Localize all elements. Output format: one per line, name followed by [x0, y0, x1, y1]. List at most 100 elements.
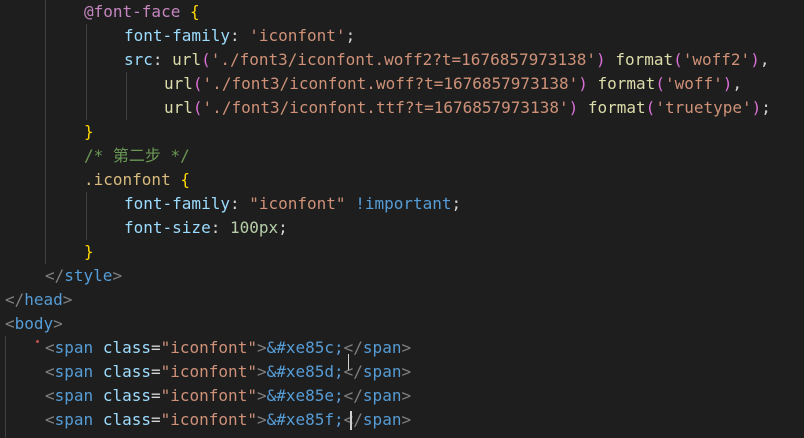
code-token: &#xe85c;	[266, 338, 344, 357]
code-token: </	[343, 410, 363, 429]
code-line[interactable]: }	[84, 240, 94, 264]
code-token: =	[150, 362, 161, 381]
code-line[interactable]: font-family: 'iconfont';	[124, 24, 355, 48]
code-token: span	[54, 386, 94, 405]
code-token: </	[343, 386, 363, 405]
code-token: @font-face	[84, 2, 181, 21]
code-token: =	[150, 410, 161, 429]
code-token: =	[150, 338, 161, 357]
code-token: :	[229, 26, 250, 45]
code-token: ,	[732, 74, 743, 93]
code-token: }	[84, 122, 94, 141]
code-token: url	[164, 74, 193, 93]
code-line[interactable]: url('./font3/iconfont.woff?t=16768579731…	[164, 72, 742, 96]
code-token: font-size	[124, 218, 211, 237]
code-token: "iconfont"	[160, 386, 257, 405]
indent-guide	[86, 24, 87, 120]
code-token: </	[5, 290, 25, 309]
code-token: (	[655, 74, 665, 93]
code-token: >	[401, 338, 412, 357]
code-line[interactable]: <span class="iconfont">&#xe85d;</span>	[45, 360, 411, 384]
code-line[interactable]: <span class="iconfont">&#xe85c;</span>	[45, 336, 411, 360]
code-token: "iconfont"	[160, 362, 257, 381]
code-line[interactable]: url('./font3/iconfont.ttf?t=167685797313…	[164, 96, 771, 120]
code-token: 'woff'	[664, 74, 723, 93]
code-token: <	[45, 338, 55, 357]
code-editor[interactable]: @font-face { font-family: 'iconfont'; sr…	[0, 0, 804, 438]
code-line[interactable]: <span class="iconfont">&#xe85f;</span>	[45, 408, 411, 432]
code-token: class	[102, 362, 151, 381]
code-token: ,	[759, 50, 770, 69]
code-line[interactable]: <body>	[5, 312, 63, 336]
code-line[interactable]: </head>	[5, 288, 72, 312]
code-token: >	[401, 386, 412, 405]
code-token: 'truetype'	[655, 98, 752, 117]
code-token: )	[751, 98, 762, 117]
change-marker-icon	[36, 340, 39, 343]
code-token: >	[53, 314, 63, 333]
code-token: )	[596, 50, 606, 69]
code-token: </	[343, 362, 363, 381]
code-token: =	[150, 386, 161, 405]
code-token: :	[210, 218, 230, 237]
code-token: './font3/iconfont.ttf?t=1676857973138'	[202, 98, 569, 117]
code-line[interactable]: </style>	[45, 264, 122, 288]
code-token: font-family	[124, 26, 230, 45]
code-token: )	[750, 50, 760, 69]
code-line[interactable]: font-size: 100px;	[124, 216, 288, 240]
code-token: </	[45, 266, 65, 285]
code-token: './font3/iconfont.woff2?t=1676857973138'	[210, 50, 597, 69]
code-token: url	[164, 98, 193, 117]
code-line[interactable]: src: url('./font3/iconfont.woff2?t=16768…	[124, 48, 769, 72]
indent-guide	[45, 0, 46, 264]
code-token: src	[124, 50, 153, 69]
code-token: (	[192, 74, 203, 93]
indent-guide	[5, 336, 6, 438]
code-token: <	[45, 386, 55, 405]
code-line[interactable]: font-family: "iconfont" !important;	[124, 192, 461, 216]
code-line[interactable]: .iconfont {	[84, 168, 190, 192]
code-token: >	[256, 386, 267, 405]
code-token: !important	[355, 194, 452, 213]
code-token: ;	[451, 194, 462, 213]
code-line[interactable]: @font-face {	[84, 0, 200, 24]
code-token: <	[5, 314, 15, 333]
code-token: (	[192, 98, 203, 117]
code-token: span	[54, 338, 94, 357]
code-token: <	[45, 410, 55, 429]
code-token: style	[64, 266, 113, 285]
code-token: :	[152, 50, 173, 69]
code-token: span	[54, 362, 94, 381]
code-token: >	[401, 362, 412, 381]
code-token: class	[102, 386, 151, 405]
code-token: /* 第二步 */	[84, 146, 190, 165]
code-token: {	[189, 2, 200, 21]
code-token: class	[102, 338, 151, 357]
code-token: span	[362, 362, 402, 381]
code-token: "iconfont"	[160, 410, 257, 429]
code-line[interactable]: <span class="iconfont">&#xe85e;</span>	[45, 384, 411, 408]
code-line[interactable]: }	[84, 120, 94, 144]
code-token: head	[24, 290, 63, 309]
code-token: 100px	[229, 218, 279, 237]
code-token: 'woff2'	[682, 50, 751, 69]
code-token: ;	[345, 26, 356, 45]
code-line[interactable]: /* 第二步 */	[84, 144, 190, 168]
code-token: (	[673, 50, 683, 69]
code-token: format	[597, 74, 656, 93]
code-token: &#xe85e;	[266, 386, 344, 405]
code-token: .iconfont	[84, 170, 171, 189]
text-cursor	[348, 354, 349, 370]
code-token: "iconfont"	[249, 194, 346, 213]
code-token: span	[362, 410, 402, 429]
code-token: >	[112, 266, 123, 285]
code-token: (	[201, 50, 211, 69]
code-token: span	[54, 410, 94, 429]
text-cursor	[350, 411, 352, 430]
